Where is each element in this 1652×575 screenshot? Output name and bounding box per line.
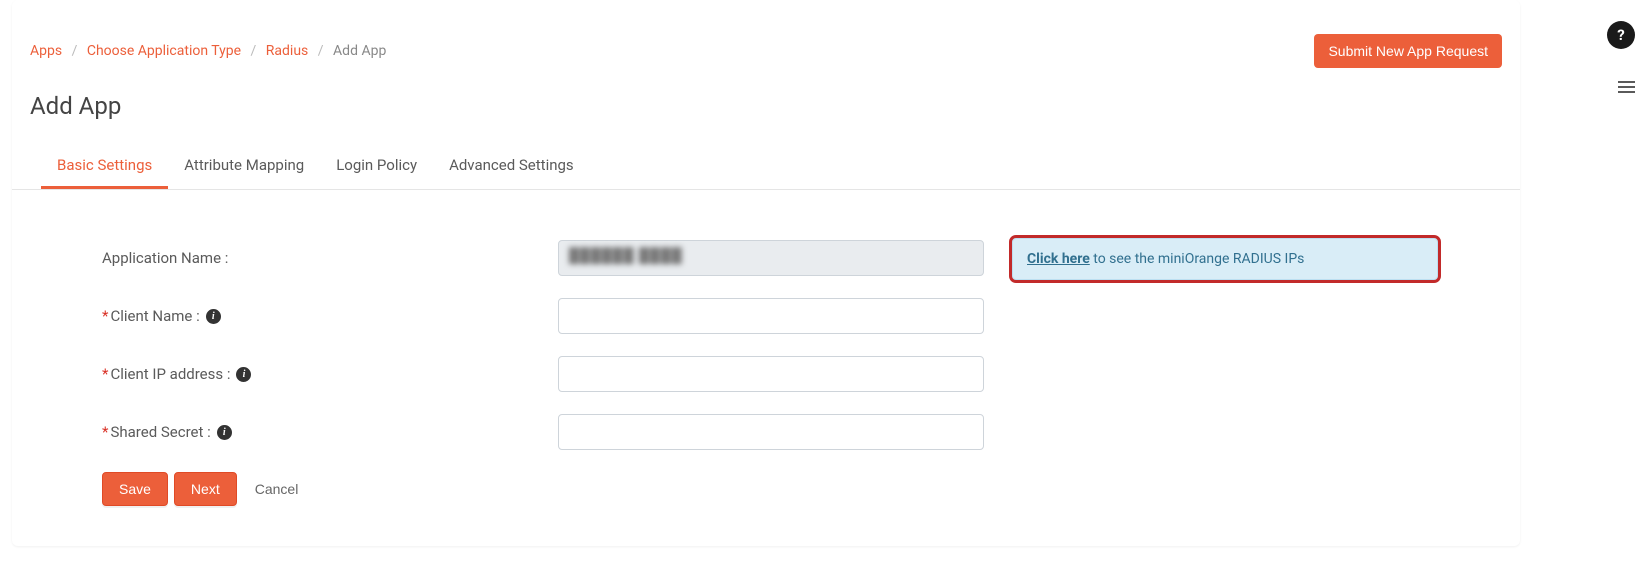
breadcrumb-sep: /	[251, 43, 257, 59]
help-icon[interactable]: ?	[1607, 21, 1635, 49]
label-shared-secret: Shared Secret :	[110, 423, 210, 441]
save-button[interactable]: Save	[102, 472, 168, 506]
application-name-input[interactable]: ██████ ████	[558, 240, 984, 276]
breadcrumb-current: Add App	[333, 43, 386, 59]
page-container: Apps / Choose Application Type / Radius …	[12, 0, 1520, 546]
breadcrumb-link-choose-type[interactable]: Choose Application Type	[87, 43, 241, 59]
tab-advanced-settings[interactable]: Advanced Settings	[433, 146, 590, 189]
info-icon[interactable]: i	[236, 367, 251, 382]
required-star: *	[102, 365, 108, 383]
label-application-name: Application Name :	[102, 249, 228, 267]
next-button[interactable]: Next	[174, 472, 237, 506]
tabs: Basic Settings Attribute Mapping Login P…	[12, 146, 1520, 190]
tab-login-policy[interactable]: Login Policy	[320, 146, 433, 189]
breadcrumb-sep: /	[318, 43, 324, 59]
hint-text: to see the miniOrange RADIUS IPs	[1090, 251, 1305, 267]
radius-ips-hint: Click here to see the miniOrange RADIUS …	[1012, 238, 1438, 280]
breadcrumb-sep: /	[72, 43, 78, 59]
help-icon-label: ?	[1617, 26, 1624, 44]
client-name-input[interactable]	[558, 298, 984, 334]
tab-basic-settings[interactable]: Basic Settings	[41, 146, 168, 189]
application-name-value-masked: ██████ ████	[569, 247, 683, 264]
label-client-ip: Client IP address :	[110, 365, 230, 383]
required-star: *	[102, 307, 108, 325]
required-star: *	[102, 423, 108, 441]
client-ip-input[interactable]	[558, 356, 984, 392]
cancel-button[interactable]: Cancel	[243, 473, 311, 505]
shared-secret-input[interactable]	[558, 414, 984, 450]
info-icon[interactable]: i	[217, 425, 232, 440]
info-icon[interactable]: i	[206, 309, 221, 324]
form: Application Name : ██████ ████ Click her…	[12, 190, 1520, 546]
breadcrumb: Apps / Choose Application Type / Radius …	[30, 43, 386, 59]
submit-new-app-request-button[interactable]: Submit New App Request	[1314, 34, 1502, 68]
breadcrumb-link-radius[interactable]: Radius	[266, 43, 309, 59]
page-title: Add App	[12, 68, 1520, 146]
hamburger-menu-icon[interactable]	[1618, 78, 1635, 96]
breadcrumb-link-apps[interactable]: Apps	[30, 43, 62, 59]
label-client-name: Client Name :	[110, 307, 199, 325]
tab-attribute-mapping[interactable]: Attribute Mapping	[168, 146, 320, 189]
click-here-link[interactable]: Click here	[1027, 251, 1090, 267]
